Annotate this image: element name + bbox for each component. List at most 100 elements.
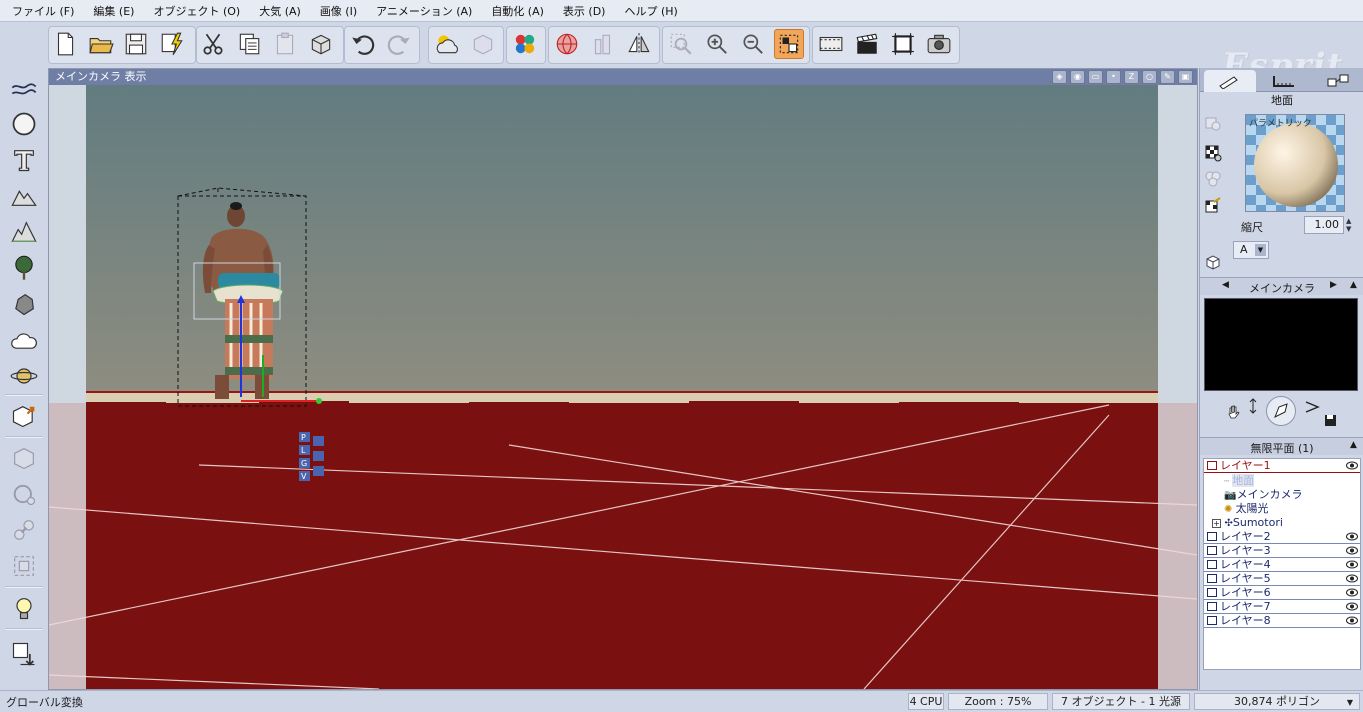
cloud-icon[interactable]: [7, 324, 41, 356]
tree-item-ground[interactable]: ┄ 地面: [1224, 474, 1255, 488]
tab-material[interactable]: [1204, 70, 1256, 92]
zoom-in-icon[interactable]: [702, 29, 732, 59]
open-folder-icon[interactable]: [86, 29, 116, 59]
eye-icon[interactable]: [1346, 560, 1358, 569]
menu-image[interactable]: 画像 (I): [314, 3, 370, 19]
eye-icon[interactable]: [1346, 616, 1358, 625]
import-object-icon[interactable]: [7, 400, 41, 432]
layer-toggle-icon[interactable]: [1207, 546, 1217, 555]
tree-icon[interactable]: [7, 252, 41, 284]
text-object-icon[interactable]: [7, 144, 41, 176]
layer-row[interactable]: レイヤー1: [1204, 459, 1360, 473]
menu-edit[interactable]: 編集 (E): [87, 3, 147, 19]
water-plane-icon[interactable]: [7, 74, 41, 106]
camera-save-icon[interactable]: [1324, 414, 1337, 430]
copy-icon[interactable]: [234, 29, 264, 59]
layer-toggle-icon[interactable]: [1207, 461, 1217, 470]
tree-item-sunlight[interactable]: ✺ 太陽光: [1224, 502, 1269, 516]
viewport-edit-icon[interactable]: ✎: [1160, 70, 1175, 84]
layer-row[interactable]: レイヤー8: [1204, 614, 1360, 628]
film-strip-icon[interactable]: [816, 29, 846, 59]
viewport-render-options-icon[interactable]: ◈: [1052, 70, 1067, 84]
viewport-maximize-icon[interactable]: ▣: [1178, 70, 1193, 84]
rock-icon[interactable]: [7, 288, 41, 320]
viewport-zoom-icon[interactable]: Z: [1124, 70, 1139, 84]
eye-icon[interactable]: [1346, 588, 1358, 597]
mapping-select[interactable]: A ▼: [1233, 241, 1269, 259]
status-polygons[interactable]: 30,874 ポリゴン ▼: [1194, 693, 1360, 710]
camera-dolly-icon[interactable]: [1246, 398, 1260, 417]
render-globe-icon[interactable]: [552, 29, 582, 59]
layer-row[interactable]: レイヤー6: [1204, 586, 1360, 600]
tree-item-camera[interactable]: 📷メインカメラ: [1224, 488, 1302, 502]
terrain-symmetric-icon[interactable]: [7, 216, 41, 248]
menu-view[interactable]: 表示 (D): [557, 3, 619, 19]
menu-help[interactable]: ヘルプ (H): [618, 3, 690, 19]
layer-toggle-icon[interactable]: [1207, 602, 1217, 611]
render-flash-icon[interactable]: [157, 29, 187, 59]
layer-tree[interactable]: レイヤー1 ┄ 地面 📷メインカメラ ✺ 太陽光 + ✣Sumotori レイヤ…: [1203, 458, 1361, 670]
hand-pan-icon[interactable]: [1226, 404, 1242, 423]
viewport-camera-icon[interactable]: ○: [1142, 70, 1157, 84]
main-camera-viewport[interactable]: メインカメラ 表示 ◈ ◉ ▭ • Z ○ ✎ ▣ P L G V: [48, 68, 1198, 690]
layer-row[interactable]: レイヤー4: [1204, 558, 1360, 572]
viewport-quick-render-icon[interactable]: ◉: [1070, 70, 1085, 84]
layer-row[interactable]: レイヤー3: [1204, 544, 1360, 558]
terrain-icon[interactable]: [7, 180, 41, 212]
sphere-primitive-icon[interactable]: [7, 108, 41, 140]
planet-icon[interactable]: [7, 360, 41, 392]
light-bulb-icon[interactable]: [7, 592, 41, 624]
viewport-display-mode-icon[interactable]: ▭: [1088, 70, 1103, 84]
menu-object[interactable]: オブジェクト (O): [147, 3, 253, 19]
material-preview[interactable]: パラメトリック: [1245, 114, 1345, 212]
layer-toggle-icon[interactable]: [1207, 574, 1217, 583]
camera-preview[interactable]: [1204, 298, 1358, 391]
layer-row[interactable]: レイヤー7: [1204, 600, 1360, 614]
layer-toggle-icon[interactable]: [1207, 616, 1217, 625]
collapse-icon[interactable]: ▲: [1350, 440, 1357, 450]
material-mapping-cube-icon[interactable]: [1202, 251, 1224, 273]
menu-animation[interactable]: アニメーション (A): [370, 3, 485, 19]
eye-icon[interactable]: [1346, 546, 1358, 555]
drop-object-icon[interactable]: [7, 638, 41, 670]
save-icon[interactable]: [121, 29, 151, 59]
object-properties-icon[interactable]: [306, 29, 336, 59]
mirror-icon[interactable]: [624, 29, 654, 59]
scene-view[interactable]: P L G V: [49, 85, 1197, 689]
camera-next-icon[interactable]: ▶: [1330, 280, 1337, 290]
expand-icon[interactable]: +: [1212, 519, 1221, 528]
eye-icon[interactable]: [1346, 532, 1358, 541]
new-document-icon[interactable]: [50, 29, 80, 59]
viewport-point-icon[interactable]: •: [1106, 70, 1121, 84]
render-frame-icon[interactable]: [888, 29, 918, 59]
eye-icon[interactable]: [1346, 461, 1358, 470]
tab-measure[interactable]: [1258, 70, 1310, 92]
layer-toggle-icon[interactable]: [1207, 560, 1217, 569]
checker-material-icon[interactable]: [1202, 142, 1224, 164]
layer-toggle-icon[interactable]: [1207, 532, 1217, 541]
layer-row[interactable]: レイヤー2: [1204, 530, 1360, 544]
atmosphere-editor-icon[interactable]: [432, 29, 462, 59]
menu-file[interactable]: ファイル (F): [6, 3, 87, 19]
scale-field[interactable]: 1.00: [1304, 216, 1344, 234]
camera-direction-icon[interactable]: [1304, 400, 1320, 417]
frame-selection-icon[interactable]: [774, 29, 804, 59]
undo-icon[interactable]: [348, 29, 378, 59]
eye-icon[interactable]: [1346, 602, 1358, 611]
collapse-icon[interactable]: ▲: [1350, 280, 1357, 290]
layer-row[interactable]: レイヤー5: [1204, 572, 1360, 586]
cut-icon[interactable]: [198, 29, 228, 59]
scale-stepper-icon[interactable]: ▲ ▼: [1346, 217, 1356, 233]
layer-toggle-icon[interactable]: [1207, 588, 1217, 597]
camera-trackball-icon[interactable]: [1266, 396, 1296, 426]
menu-automation[interactable]: 自動化 (A): [485, 3, 557, 19]
tree-item-sumotori[interactable]: + ✣Sumotori: [1212, 516, 1283, 530]
tab-animation[interactable]: [1312, 70, 1363, 92]
camera-render-icon[interactable]: [924, 29, 954, 59]
material-paste-icon[interactable]: [1202, 194, 1224, 216]
menu-atmosphere[interactable]: 大気 (A): [253, 3, 314, 19]
zoom-out-icon[interactable]: [738, 29, 768, 59]
material-editor-icon[interactable]: [510, 29, 540, 59]
eye-icon[interactable]: [1346, 574, 1358, 583]
clapperboard-icon[interactable]: [852, 29, 882, 59]
